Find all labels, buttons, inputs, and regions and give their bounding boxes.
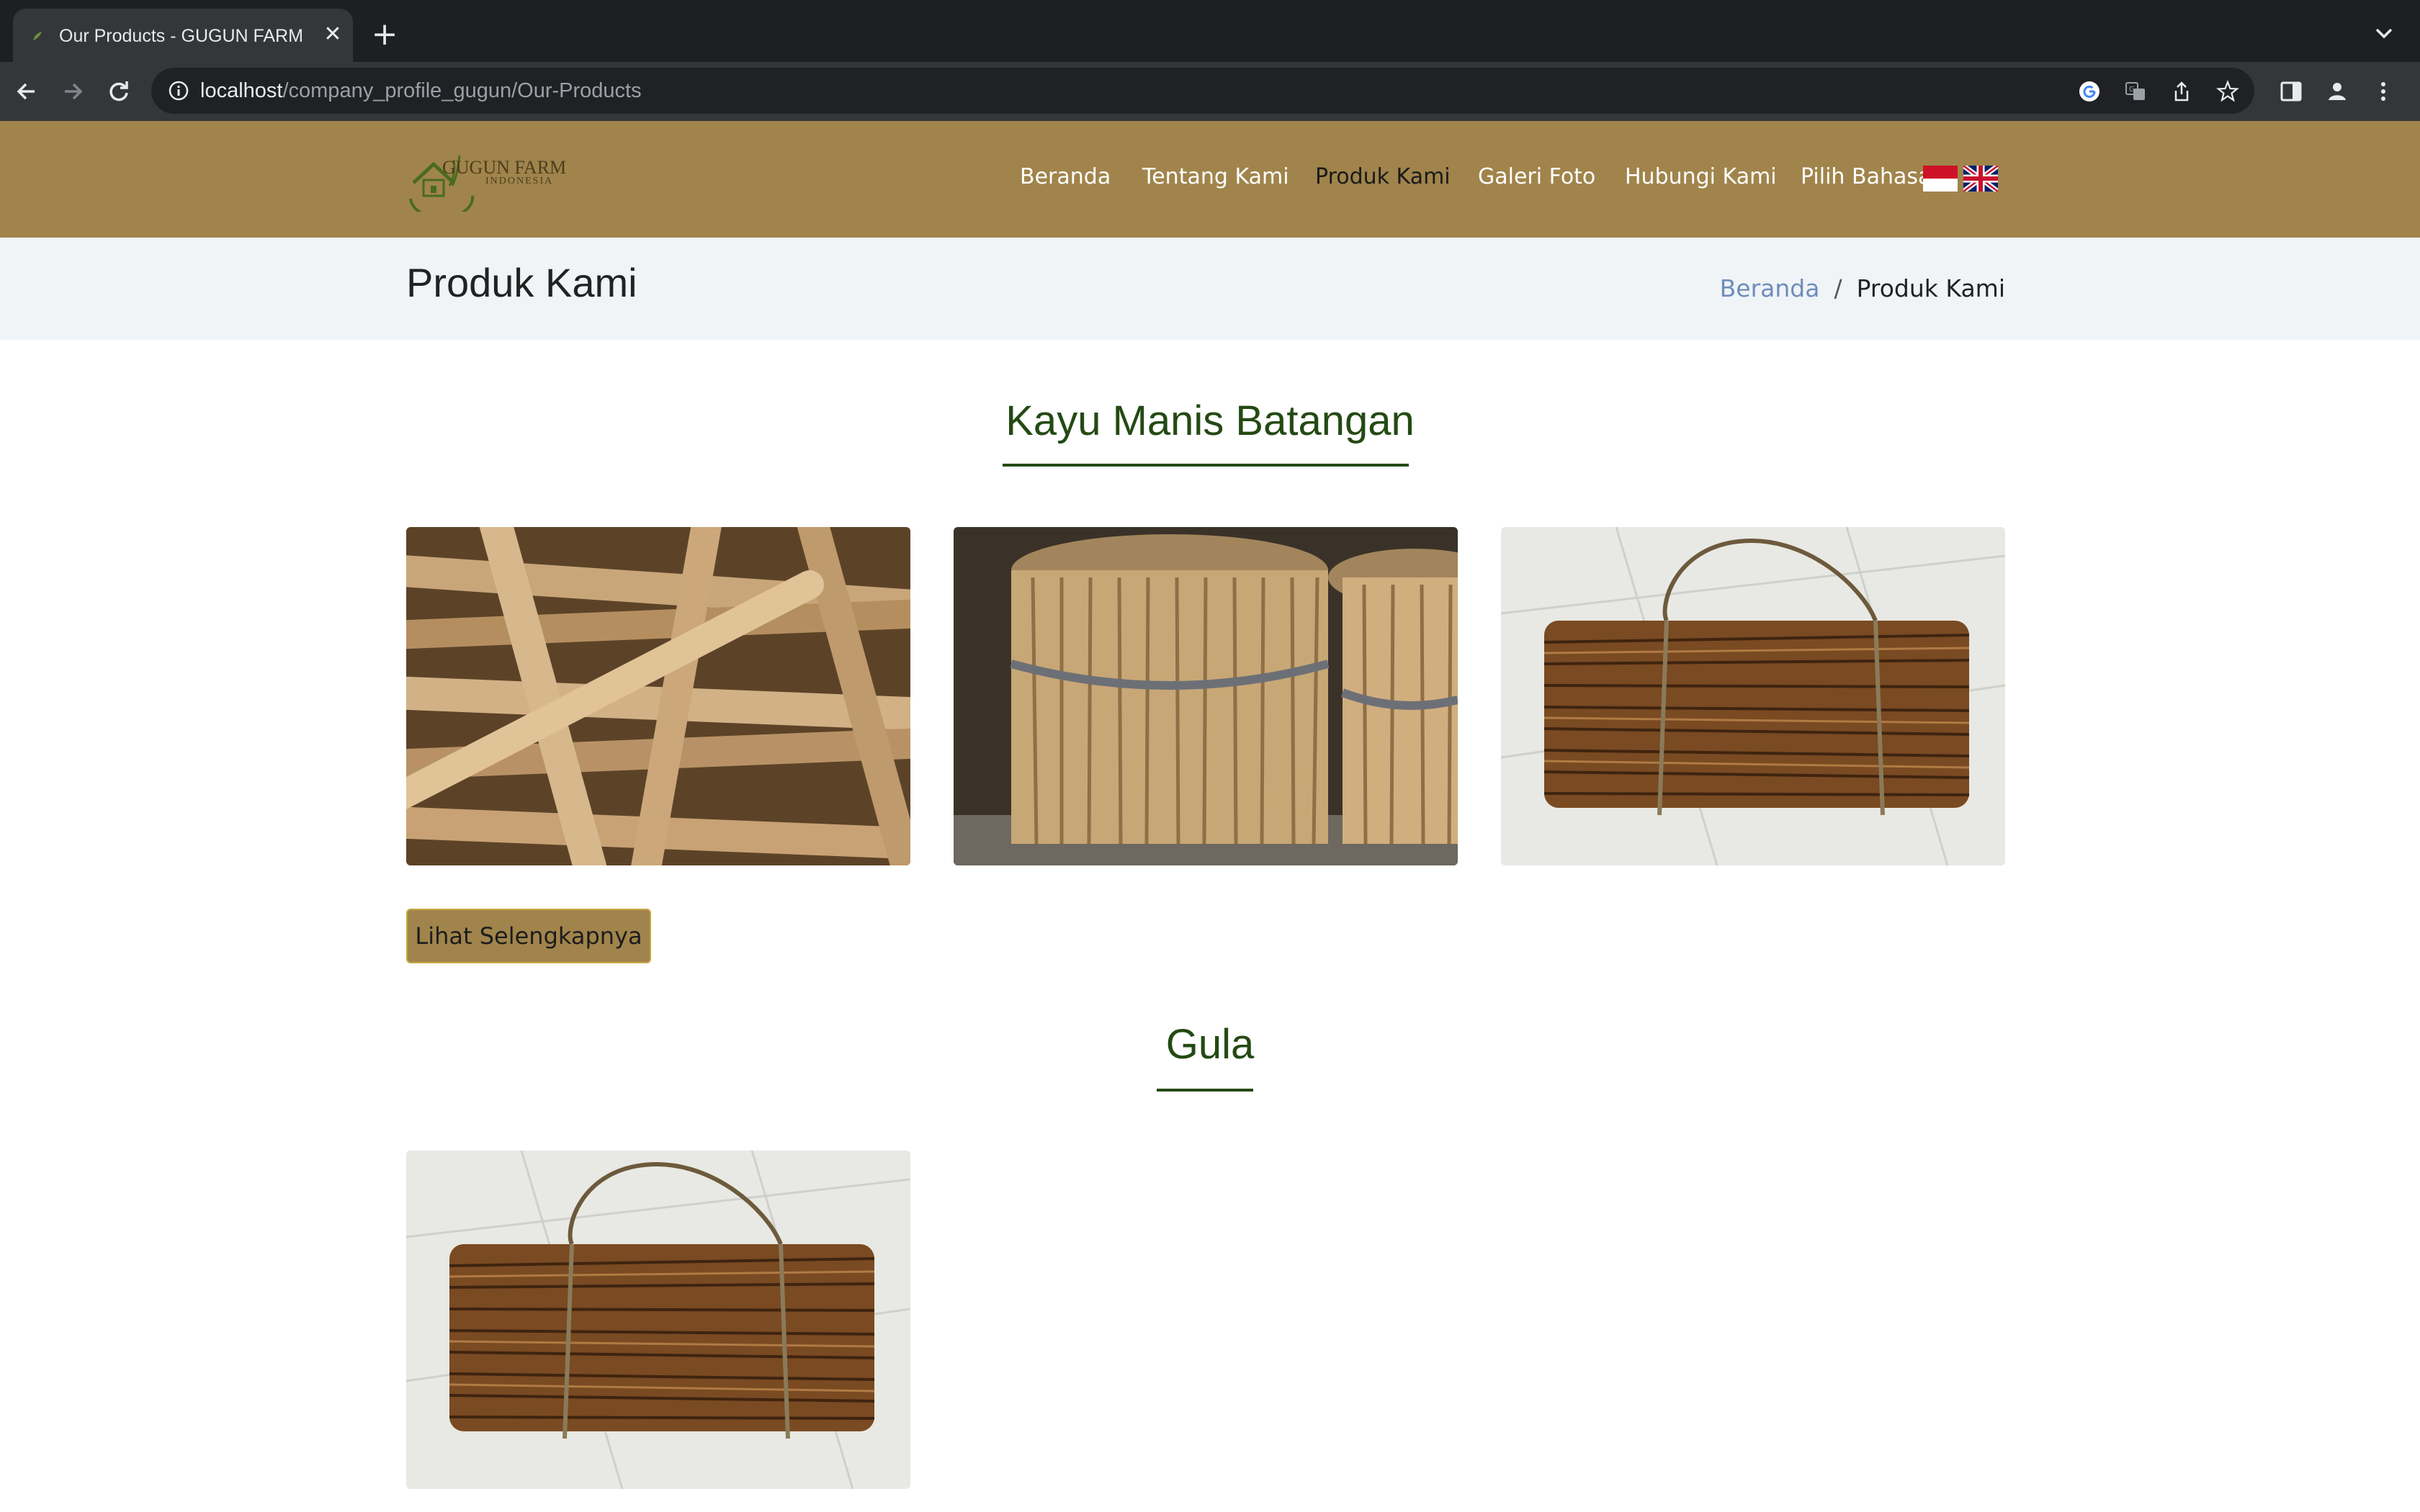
profile-icon[interactable] xyxy=(2323,78,2351,105)
url-host: localhost xyxy=(200,79,283,102)
site-logo[interactable]: GUGUN FARM INDONESIA xyxy=(406,145,601,212)
close-tab-icon[interactable]: ✕ xyxy=(318,20,347,49)
share-icon[interactable] xyxy=(2169,79,2194,104)
breadcrumb-band: Produk Kami Beranda / Produk Kami xyxy=(0,238,2420,340)
chevron-down-icon[interactable] xyxy=(2370,19,2398,48)
back-icon[interactable] xyxy=(7,72,46,111)
section-title-kayu-manis: Kayu Manis Batangan xyxy=(1005,397,1415,444)
forward-icon[interactable] xyxy=(53,72,92,111)
browser-tab[interactable]: Our Products - GUGUN FARM ✕ xyxy=(13,9,353,62)
bookmark-star-icon[interactable] xyxy=(2215,79,2240,104)
google-icon[interactable] xyxy=(2077,79,2102,104)
site-header: GUGUN FARM INDONESIA Beranda Tentang Kam… xyxy=(0,121,2420,238)
url-path: /company_profile_gugun/Our-Products xyxy=(282,79,642,102)
indonesia-flag-icon[interactable] xyxy=(1923,166,1958,192)
translate-icon[interactable]: G xyxy=(2123,79,2148,104)
address-bar[interactable]: localhost/company_profile_gugun/Our-Prod… xyxy=(151,68,2254,114)
new-tab-icon[interactable]: + xyxy=(367,19,402,53)
product-image-cinnamon-sticks[interactable] xyxy=(406,527,910,865)
nav-beranda[interactable]: Beranda xyxy=(1020,160,1111,194)
logo-subtext: INDONESIA xyxy=(485,176,554,186)
see-more-button[interactable]: Lihat Selengkapnya xyxy=(406,909,651,963)
tied-bundle-photo xyxy=(406,1151,910,1489)
browser-tab-bar: Our Products - GUGUN FARM ✕ + xyxy=(0,0,2420,62)
page-title: Produk Kami xyxy=(406,260,637,305)
nav-galeri-foto[interactable]: Galeri Foto xyxy=(1478,160,1595,194)
product-image-gula[interactable] xyxy=(406,1151,910,1489)
tab-title: Our Products - GUGUN FARM xyxy=(59,26,303,46)
uk-flag-icon[interactable] xyxy=(1963,166,1998,192)
nav-hubungi-kami[interactable]: Hubungi Kami xyxy=(1625,160,1777,194)
farm-house-logo-icon xyxy=(409,155,475,212)
leaf-favicon-icon xyxy=(33,32,42,40)
reload-icon[interactable] xyxy=(99,72,138,111)
breadcrumb: Beranda / Produk Kami xyxy=(1720,271,2005,307)
product-image-cinnamon-bundles[interactable] xyxy=(954,527,1458,865)
tied-bundle-photo xyxy=(1501,527,2005,865)
browser-toolbar: localhost/company_profile_gugun/Our-Prod… xyxy=(0,62,2420,121)
site-info-icon[interactable] xyxy=(167,79,190,102)
svg-text:G: G xyxy=(2129,86,2135,94)
nav-tentang-kami[interactable]: Tentang Kami xyxy=(1142,160,1289,194)
section-title-gula: Gula xyxy=(1165,1021,1255,1068)
more-menu-icon[interactable] xyxy=(2370,78,2397,105)
cinnamon-sticks-photo xyxy=(406,527,910,865)
product-image-cinnamon-tied-bundle[interactable] xyxy=(1501,527,2005,865)
side-panel-icon[interactable] xyxy=(2277,78,2305,105)
url-text: localhost/company_profile_gugun/Our-Prod… xyxy=(200,76,642,105)
breadcrumb-current: Produk Kami xyxy=(1856,274,2005,302)
breadcrumb-separator: / xyxy=(1834,274,1842,302)
nav-produk-kami[interactable]: Produk Kami xyxy=(1315,160,1451,194)
cinnamon-bundles-photo xyxy=(954,527,1458,865)
breadcrumb-home-link[interactable]: Beranda xyxy=(1720,274,1820,302)
nav-pilih-bahasa[interactable]: Pilih Bahasa xyxy=(1801,160,1931,194)
section-underline xyxy=(1157,1089,1253,1092)
section-underline xyxy=(1003,464,1409,467)
